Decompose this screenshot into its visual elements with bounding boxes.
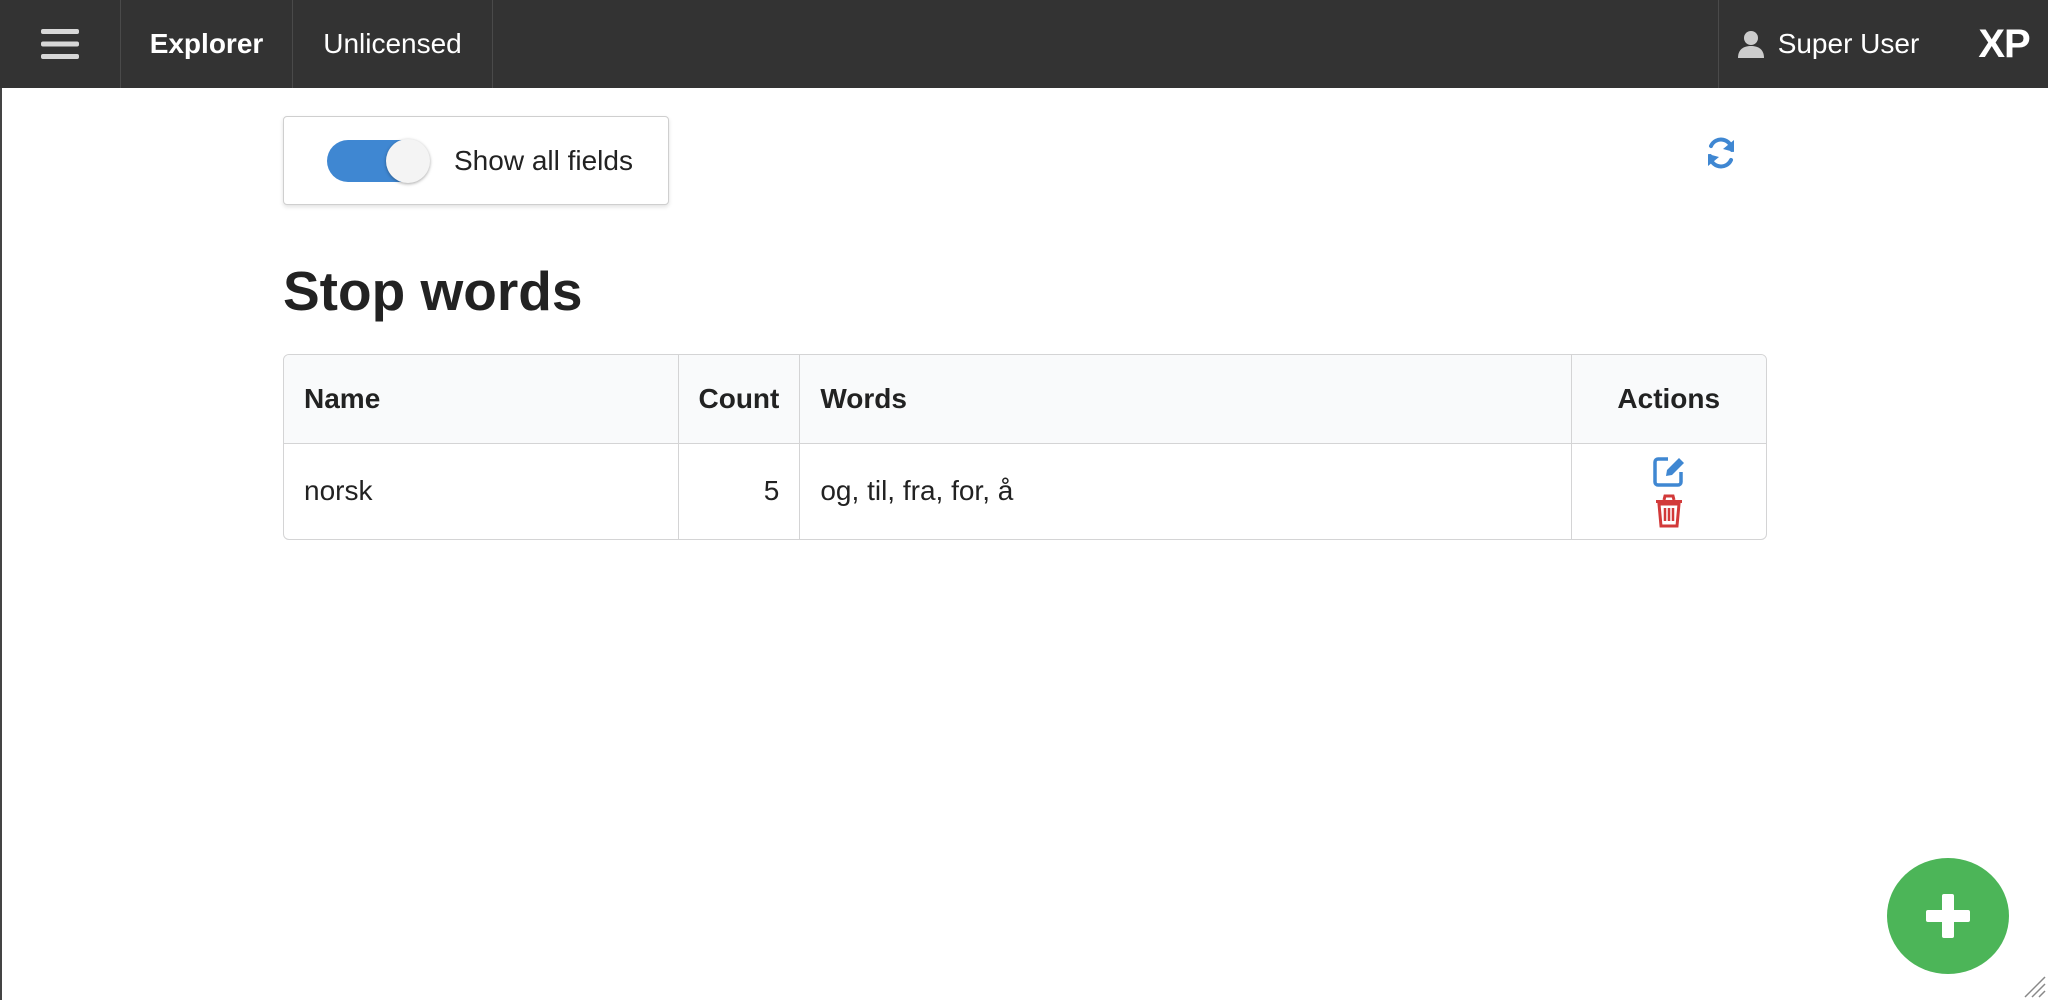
plus-icon — [1926, 894, 1970, 938]
resize-grip-icon[interactable] — [2020, 972, 2046, 998]
user-menu[interactable]: Super User — [1718, 0, 1936, 88]
header-name[interactable]: Name — [284, 355, 678, 444]
cell-name: norsk — [304, 475, 373, 507]
left-border — [0, 88, 2, 1000]
show-all-fields-card: Show all fields — [283, 116, 669, 205]
cell-words: og, til, fra, for, å — [799, 443, 1571, 539]
show-all-fields-label: Show all fields — [454, 144, 633, 176]
header-words[interactable]: Words — [799, 355, 1571, 444]
toggle-knob — [386, 138, 430, 183]
user-icon — [1737, 31, 1764, 58]
table-row: norsk 5 og, til, fra, for, å — [284, 443, 1766, 539]
nav-explorer[interactable]: Explorer — [121, 0, 293, 88]
stop-words-table: Name Count Words Actions norsk 5 og, til… — [283, 354, 1767, 540]
header-count[interactable]: Count — [677, 355, 800, 444]
delete-button[interactable] — [1649, 491, 1689, 531]
page-title: Stop words — [283, 260, 583, 322]
show-all-fields-toggle[interactable] — [327, 138, 430, 183]
refresh-icon — [1708, 137, 1734, 169]
table-header-row: Name Count Words Actions — [284, 355, 1766, 444]
cell-actions — [1570, 443, 1766, 539]
header-actions: Actions — [1570, 355, 1766, 444]
menu-button[interactable] — [0, 0, 121, 88]
add-stop-words-button[interactable] — [1887, 858, 2009, 974]
user-name: Super User — [1777, 28, 1920, 59]
refresh-button[interactable] — [1702, 134, 1740, 172]
trash-icon — [1655, 494, 1682, 528]
top-bar: Explorer Unlicensed Super User XP — [0, 0, 2048, 88]
xp-logo: XP — [1978, 21, 2030, 66]
edit-icon — [1653, 457, 1684, 487]
hamburger-icon — [41, 29, 79, 59]
edit-button[interactable] — [1649, 451, 1689, 491]
cell-count: 5 — [677, 443, 800, 539]
nav-unlicensed[interactable]: Unlicensed — [293, 0, 493, 88]
